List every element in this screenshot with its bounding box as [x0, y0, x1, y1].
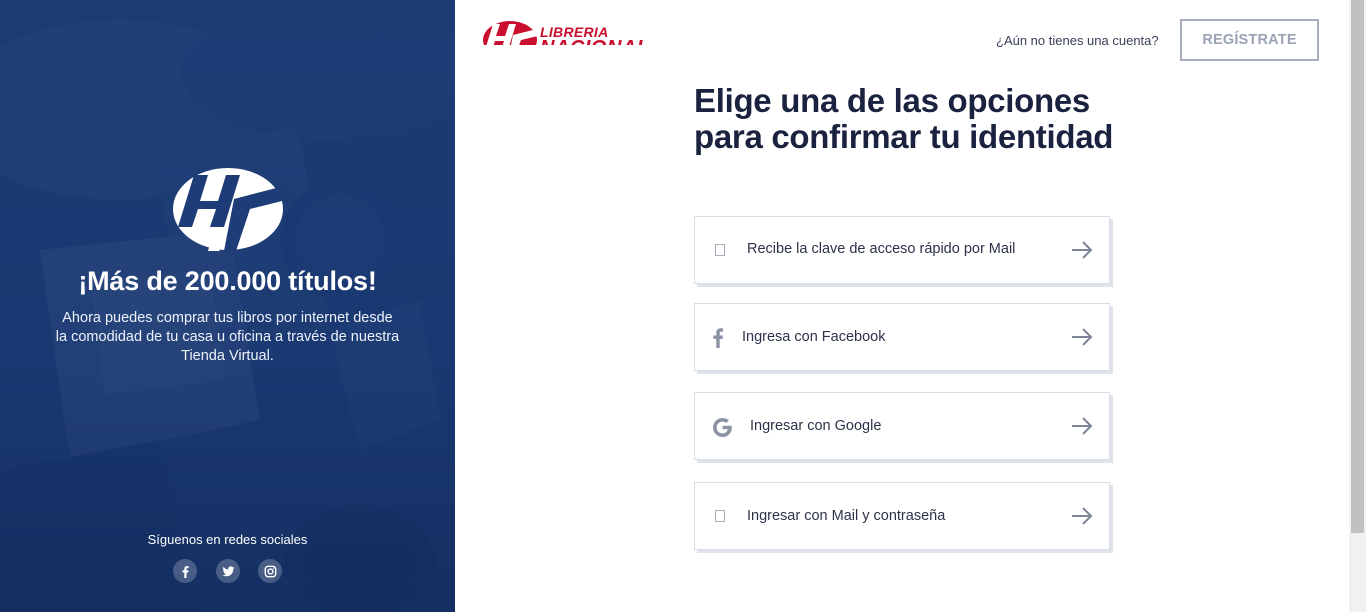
lock-icon — [715, 510, 725, 522]
option-facebook-login[interactable]: Ingresa con Facebook — [694, 303, 1110, 371]
brand-mark-icon — [483, 21, 538, 45]
brand-logo[interactable]: LIBRERIA NACIONAL — [483, 20, 683, 45]
google-icon — [713, 418, 732, 437]
arrow-right-icon — [1072, 417, 1093, 435]
option-label: Recibe la clave de acceso rápido por Mai… — [747, 241, 1016, 257]
option-quick-access-mail[interactable]: Recibe la clave de acceso rápido por Mai… — [694, 216, 1110, 284]
arrow-right-icon — [1072, 507, 1093, 525]
facebook-social-button[interactable] — [173, 559, 197, 583]
twitter-icon — [221, 565, 234, 576]
register-button[interactable]: REGÍSTRATE — [1180, 19, 1319, 61]
scrollbar-thumb[interactable] — [1351, 0, 1364, 533]
librería-nacional-logo-icon — [173, 168, 283, 251]
brand-name-line2: NACIONAL — [540, 37, 650, 45]
option-label: Ingresa con Facebook — [742, 329, 886, 345]
page-title: Elige una de las opciones para confirmar… — [694, 82, 1114, 155]
hero-description: Ahora puedes comprar tus libros por inte… — [55, 310, 400, 364]
twitter-social-button[interactable] — [216, 559, 240, 583]
arrow-right-icon — [1072, 241, 1093, 259]
facebook-icon — [713, 328, 724, 348]
facebook-icon — [182, 565, 189, 578]
arrow-right-icon — [1072, 328, 1093, 346]
hero-title: ¡Más de 200.000 títulos! — [78, 266, 377, 296]
instagram-social-button[interactable] — [258, 559, 282, 583]
mail-icon — [715, 244, 725, 256]
option-label: Ingresar con Mail y contraseña — [747, 508, 946, 524]
option-mail-password-login[interactable]: Ingresar con Mail y contraseña — [694, 482, 1110, 550]
instagram-icon — [264, 565, 276, 577]
hero-panel: ¡Más de 200.000 títulos! Ahora puedes co… — [0, 0, 455, 612]
option-label: Ingresar con Google — [750, 418, 882, 434]
social-follow-label: Síguenos en redes sociales — [147, 532, 308, 547]
hero-overlay — [0, 0, 455, 612]
option-google-login[interactable]: Ingresar con Google — [694, 392, 1110, 460]
no-account-question: ¿Aún no tienes una cuenta? — [996, 33, 1159, 48]
